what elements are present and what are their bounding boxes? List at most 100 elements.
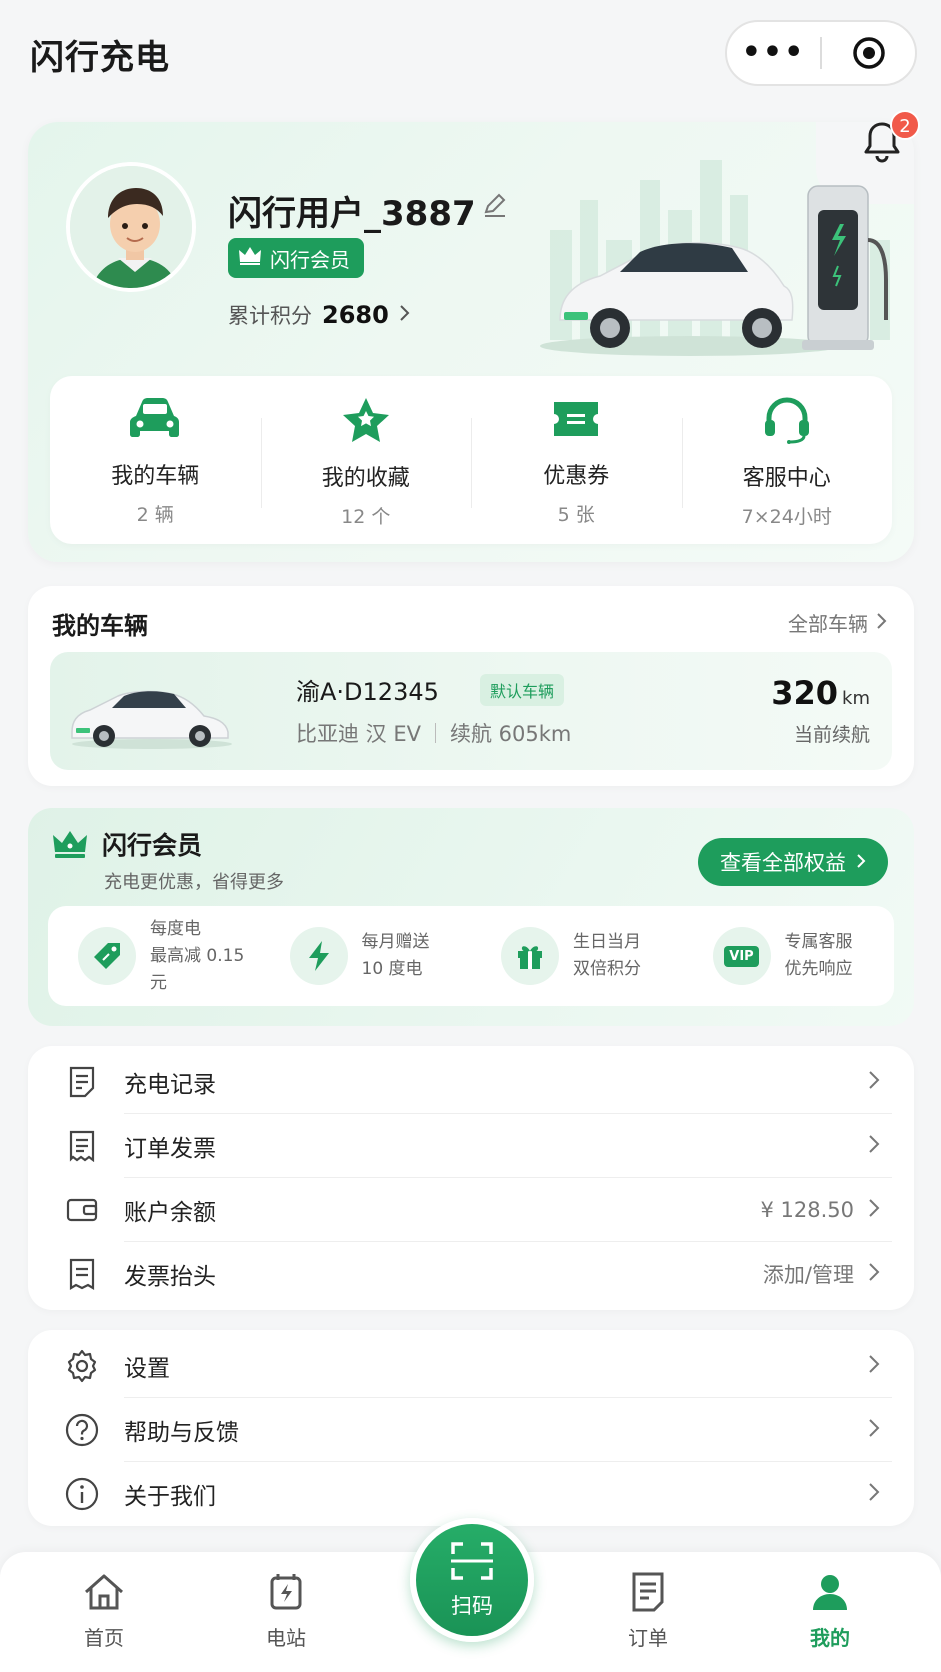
chevron-right-icon	[868, 1070, 880, 1094]
tab-label: 电站	[266, 1626, 306, 1650]
vehicle-item[interactable]: 渝A·D12345 默认车辆 比亚迪 汉 EV 续航 605km 320 km 当…	[50, 652, 892, 770]
member-badge-label: 闪行会员	[270, 247, 350, 272]
perk-line: 10 度电	[361, 959, 423, 979]
range-caption: 当前续航	[793, 724, 870, 746]
help-icon	[58, 1413, 106, 1447]
record-icon	[58, 1066, 106, 1098]
vehicle-model: 比亚迪 汉 EV	[296, 722, 421, 746]
vehicle-meta: 比亚迪 汉 EV 续航 605km	[296, 718, 571, 748]
stat-coupons[interactable]: 优惠券 5 张	[471, 376, 682, 544]
perk-exclusive-service: VIP 专属客服 优先响应	[683, 927, 895, 985]
vehicle-endurance: 续航 605km	[450, 722, 572, 746]
lightning-icon	[289, 927, 348, 985]
stat-value: 5 张	[557, 504, 595, 526]
view-benefits-label: 查看全部权益	[720, 851, 846, 875]
top-bar: 闪行充电 •••	[0, 0, 941, 110]
settings-menu: 设置 帮助与反馈 关于我们	[28, 1330, 914, 1526]
stat-value: 2 辆	[136, 504, 174, 526]
stat-value: 7×24小时	[741, 506, 832, 528]
all-vehicles-link[interactable]: 全部车辆	[788, 608, 888, 637]
tab-station[interactable]: 电站	[226, 1572, 346, 1651]
license-plate: 渝A·D12345	[296, 678, 439, 706]
menu-label: 充电记录	[124, 1072, 216, 1098]
vip-icon-text: VIP	[724, 945, 759, 967]
chevron-right-icon	[868, 1198, 880, 1222]
tab-label: 我的	[810, 1626, 850, 1650]
tab-home[interactable]: 首页	[44, 1572, 164, 1651]
member-badge[interactable]: 闪行会员	[228, 238, 364, 278]
points-value: 2680	[322, 301, 389, 329]
range-value: 320	[771, 674, 839, 712]
scan-icon	[449, 1540, 495, 1586]
hero-car-charger-illustration	[540, 160, 890, 356]
avatar[interactable]	[66, 162, 196, 292]
menu-about-us[interactable]: 关于我们	[50, 1462, 892, 1526]
app-title: 闪行充电	[30, 38, 170, 78]
chevron-right-icon	[876, 611, 888, 635]
tab-orders[interactable]: 订单	[588, 1572, 708, 1651]
stat-label: 我的车辆	[111, 464, 200, 489]
perk-line: 每月赠送	[361, 932, 430, 952]
edit-icon[interactable]	[482, 192, 508, 222]
menu-settings[interactable]: 设置	[50, 1334, 892, 1398]
star-icon	[341, 396, 391, 448]
perk-birthday: 生日当月 双倍积分	[471, 927, 683, 985]
menu-help-feedback[interactable]: 帮助与反馈	[50, 1398, 892, 1462]
range-unit: km	[842, 688, 870, 709]
discount-tag-icon	[78, 927, 136, 985]
stat-label: 优惠券	[543, 464, 610, 489]
all-vehicles-label: 全部车辆	[788, 612, 868, 636]
coupon-icon	[550, 396, 602, 446]
info-icon	[58, 1477, 106, 1511]
more-icon[interactable]: •••	[727, 38, 820, 68]
notification-badge: 2	[890, 110, 920, 140]
stat-value: 12 个	[341, 506, 391, 528]
menu-value: 添加/管理	[762, 1263, 854, 1287]
menu-label: 设置	[124, 1356, 170, 1382]
stat-label: 客服中心	[742, 466, 831, 491]
meta-divider	[435, 723, 436, 743]
home-icon	[82, 1572, 126, 1616]
menu-order-invoice[interactable]: 订单发票	[50, 1114, 892, 1178]
tab-mine[interactable]: 我的	[770, 1572, 890, 1651]
quick-stats: 我的车辆 2 辆 我的收藏 12 个 优惠券 5 张 客服中心 7×24小时	[50, 376, 892, 544]
menu-value: ¥ 128.50	[760, 1198, 854, 1222]
perk-line: 专属客服	[784, 932, 853, 952]
view-benefits-button[interactable]: 查看全部权益	[698, 838, 888, 886]
menu-invoice-title[interactable]: 发票抬头 添加/管理	[50, 1242, 892, 1306]
charging-station-icon	[266, 1572, 306, 1616]
perk-line: 双倍积分	[573, 959, 641, 979]
vehicles-card: 我的车辆 全部车辆 渝A·D12345 默认车辆 比亚迪 汉 EV 续航 605…	[28, 586, 914, 786]
order-icon	[630, 1572, 666, 1616]
wallet-icon	[58, 1196, 106, 1224]
menu-label: 订单发票	[124, 1136, 216, 1162]
perk-line: 生日当月	[573, 932, 641, 952]
car-icon	[128, 396, 182, 446]
chevron-right-icon	[856, 850, 866, 874]
menu-charging-records[interactable]: 充电记录	[50, 1050, 892, 1114]
crown-icon	[238, 246, 262, 271]
menu-account-balance[interactable]: 账户余额 ¥ 128.50	[50, 1178, 892, 1242]
perk-line: 每度电	[150, 918, 201, 939]
stat-favorites[interactable]: 我的收藏 12 个	[260, 376, 472, 544]
account-menu: 充电记录 订单发票 账户余额 ¥ 128.50 发票抬头 添加/管理	[28, 1046, 914, 1310]
invoice-icon	[58, 1130, 106, 1162]
menu-label: 发票抬头	[124, 1264, 216, 1290]
membership-subtitle: 充电更优惠，省得更多	[104, 872, 284, 893]
scan-button[interactable]: 扫码	[410, 1518, 534, 1642]
receipt-icon	[58, 1258, 106, 1290]
stat-customer-service[interactable]: 客服中心 7×24小时	[681, 376, 893, 544]
membership-card: 闪行会员 充电更优惠，省得更多 查看全部权益 每度电最高减 0.15 元 每月赠…	[28, 808, 914, 1026]
section-title: 我的车辆	[52, 612, 148, 640]
chevron-right-icon	[868, 1262, 880, 1286]
points-row[interactable]: 累计积分 2680	[228, 300, 411, 330]
membership-title: 闪行会员	[102, 831, 203, 860]
perk-discount: 每度电最高减 0.15 元	[48, 916, 260, 997]
user-icon	[810, 1572, 850, 1616]
chevron-right-icon	[868, 1418, 880, 1442]
perk-line: 最高减 0.15 元	[150, 945, 245, 993]
menu-label: 账户余额	[124, 1200, 216, 1226]
membership-perks: 每度电最高减 0.15 元 每月赠送 10 度电 生日当月双倍积分 VIP 专属客…	[48, 906, 894, 1006]
close-target-icon[interactable]	[822, 35, 915, 71]
stat-my-vehicles[interactable]: 我的车辆 2 辆	[50, 376, 261, 544]
